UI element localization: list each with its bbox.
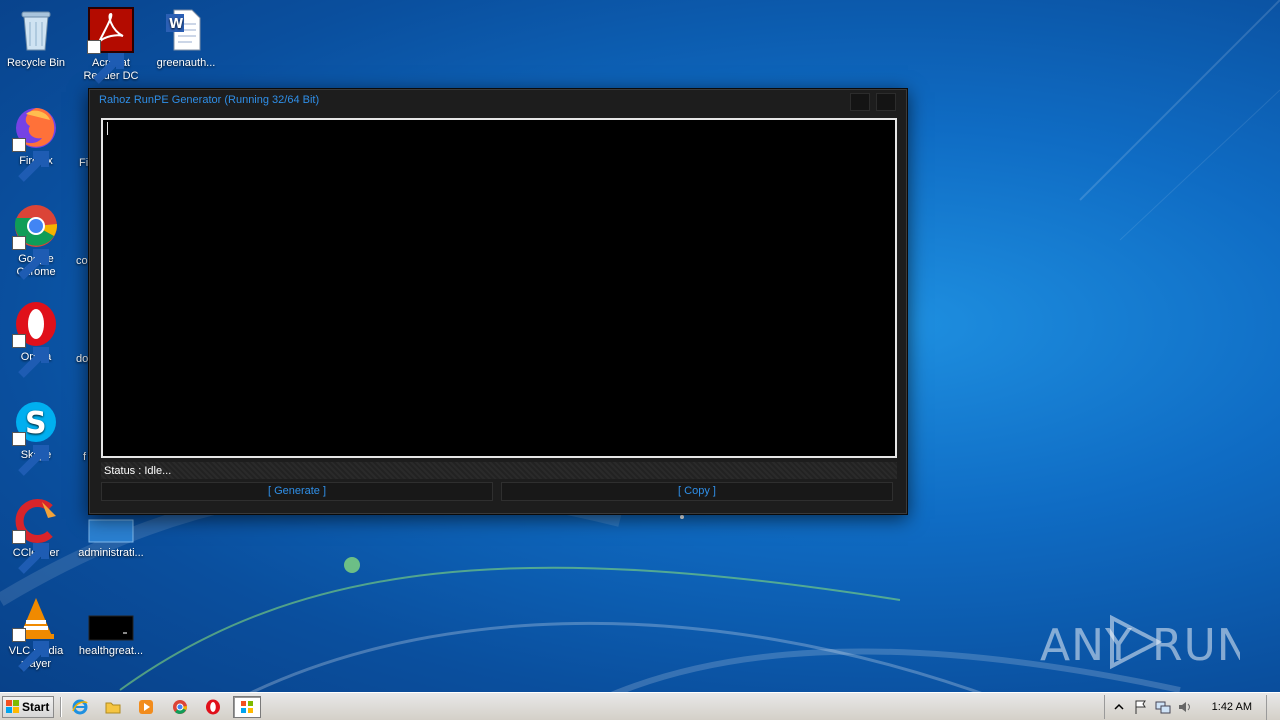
acrobat-icon bbox=[87, 6, 135, 84]
text-caret bbox=[107, 122, 108, 135]
black-file-icon bbox=[87, 594, 135, 642]
start-button[interactable]: Start bbox=[2, 696, 54, 718]
desktop-icon-ccleaner[interactable]: CCleaner bbox=[0, 496, 72, 574]
anyrun-watermark: ANY RUN bbox=[1040, 612, 1240, 672]
ccleaner-icon bbox=[12, 496, 60, 574]
taskbar-separator bbox=[60, 697, 62, 717]
skype-icon: S bbox=[12, 398, 60, 476]
show-desktop-button[interactable] bbox=[1266, 695, 1280, 720]
media-player-icon bbox=[139, 700, 153, 714]
system-tray: 1:42 AM bbox=[1104, 695, 1280, 720]
taskbar-clock[interactable]: 1:42 AM bbox=[1212, 701, 1252, 713]
minimize-button[interactable] bbox=[850, 93, 870, 111]
desktop-icon-vlc[interactable]: VLC media player bbox=[0, 594, 72, 672]
shortcut-arrow-icon bbox=[12, 628, 49, 672]
taskbar-runpe-generator[interactable] bbox=[233, 696, 261, 718]
internet-explorer-icon bbox=[72, 699, 88, 715]
taskbar-opera[interactable] bbox=[199, 696, 227, 718]
taskbar-internet-explorer[interactable] bbox=[66, 696, 94, 718]
folder-icon bbox=[105, 702, 121, 714]
status-text: Status : Idle... bbox=[104, 465, 172, 477]
desktop-icon-skype[interactable]: S Skype bbox=[0, 398, 72, 476]
partial-desktop-label: f bbox=[83, 451, 87, 463]
runpe-generator-window: Rahoz RunPE Generator (Running 32/64 Bit… bbox=[88, 88, 908, 515]
generate-button[interactable]: [ Generate ] bbox=[101, 482, 493, 501]
taskbar-explorer[interactable] bbox=[99, 696, 127, 718]
shortcut-arrow-icon bbox=[12, 530, 49, 574]
shortcut-arrow-icon bbox=[12, 138, 49, 182]
desktop-icon-acrobat[interactable]: Acrobat Reader DC bbox=[75, 6, 147, 84]
desktop-icon-healthgreat[interactable]: healthgreat... bbox=[75, 594, 147, 658]
desktop-icon-opera[interactable]: Opera bbox=[0, 300, 72, 378]
shortcut-arrow-icon bbox=[87, 40, 124, 84]
opera-icon bbox=[12, 300, 60, 378]
desktop-icon-document[interactable]: W greenauth... bbox=[150, 6, 222, 70]
code-output-textarea[interactable] bbox=[101, 118, 897, 458]
window-title: Rahoz RunPE Generator (Running 32/64 Bit… bbox=[99, 94, 320, 106]
status-bar: Status : Idle... bbox=[101, 462, 897, 479]
action-center-flag-icon[interactable] bbox=[1133, 699, 1149, 715]
desktop-icon-recycle-bin[interactable]: Recycle Bin bbox=[0, 6, 72, 70]
desktop-icon-label: greenauth... bbox=[156, 57, 216, 69]
network-icon[interactable] bbox=[1155, 699, 1171, 715]
taskbar-chrome[interactable] bbox=[166, 696, 194, 718]
close-button[interactable] bbox=[876, 93, 896, 111]
windows-logo-icon bbox=[6, 700, 19, 713]
opera-icon bbox=[206, 699, 220, 715]
watermark-text-right: RUN bbox=[1152, 620, 1240, 671]
taskbar: Start 1:42 AM bbox=[0, 692, 1280, 720]
taskbar-media-player[interactable] bbox=[132, 696, 160, 718]
desktop-icon-firefox[interactable]: Firefox bbox=[0, 104, 72, 182]
copy-button[interactable]: [ Copy ] bbox=[501, 482, 893, 501]
desktop-icon-chrome[interactable]: Google Chrome bbox=[0, 202, 72, 280]
shortcut-arrow-icon bbox=[12, 432, 49, 476]
desktop-icon-label: administrati... bbox=[78, 547, 144, 559]
firefox-icon bbox=[12, 104, 60, 182]
start-label: Start bbox=[22, 700, 50, 714]
word-document-icon: W bbox=[162, 6, 210, 54]
partial-desktop-label: Fi bbox=[79, 157, 89, 169]
volume-icon[interactable] bbox=[1177, 699, 1193, 715]
app-window-icon bbox=[241, 701, 253, 713]
shortcut-arrow-icon bbox=[12, 334, 49, 378]
vlc-icon bbox=[12, 594, 60, 672]
desktop-icon-label: Recycle Bin bbox=[6, 57, 66, 69]
shortcut-arrow-icon bbox=[12, 236, 49, 280]
desktop-icon-label: healthgreat... bbox=[78, 645, 144, 657]
chrome-icon bbox=[173, 700, 188, 714]
chrome-icon bbox=[12, 202, 60, 280]
partial-desktop-label: co bbox=[76, 255, 88, 267]
recycle-bin-icon bbox=[12, 6, 60, 54]
partial-desktop-label: do bbox=[76, 353, 89, 365]
show-hidden-icons-icon[interactable] bbox=[1111, 699, 1127, 715]
svg-text:W: W bbox=[169, 17, 183, 32]
